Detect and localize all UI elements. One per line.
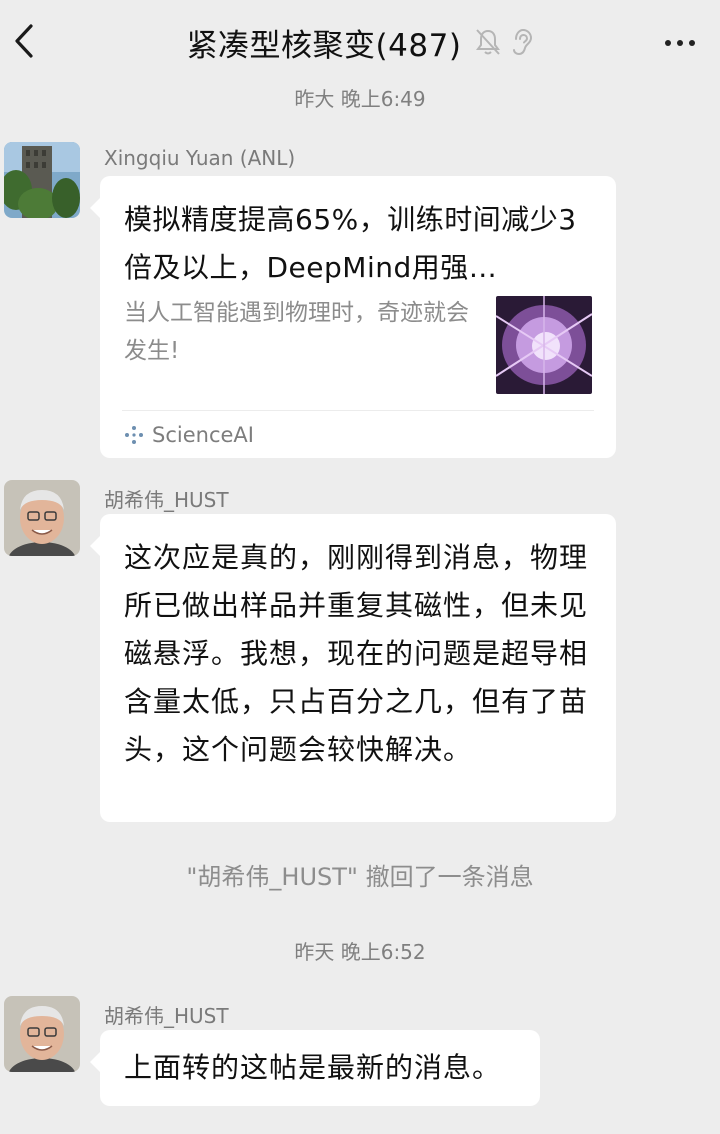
chat-header: 紧凑型核聚变(487): [0, 0, 720, 84]
card-divider: [122, 410, 594, 411]
link-card[interactable]: 模拟精度提高65%，训练时间减少3倍及以上，DeepMind用强… 当人工智能遇…: [90, 176, 616, 458]
more-dots-icon: [665, 40, 671, 46]
avatar[interactable]: [4, 480, 80, 556]
timestamp: 昨大 晚上6:49: [294, 87, 426, 111]
chat-title: 紧凑型核聚变(487): [186, 27, 462, 64]
avatar-portrait-image: [4, 996, 80, 1072]
recall-notice: "胡希伟_HUST" 撤回了一条消息: [186, 863, 534, 891]
card-thumbnail: [496, 296, 592, 394]
message-text: 上面转的这帖是最新的消息。: [124, 1051, 502, 1084]
ear-icon: [513, 28, 533, 56]
message-text: 这次应是真的，刚刚得到消息，物理所已做出样品并重复其磁性，但未见磁悬浮。我想，现…: [124, 541, 589, 766]
avatar-building-image: [4, 142, 80, 218]
more-dots-icon: [689, 40, 695, 46]
card-title: 模拟精度提高65%，训练时间减少3倍及以上，DeepMind用强…: [124, 203, 577, 284]
more-options-button[interactable]: [658, 26, 702, 60]
sender-name: 胡希伟_HUST: [104, 1004, 229, 1028]
timestamp: 昨天 晚上6:52: [294, 940, 426, 964]
avatar[interactable]: [4, 142, 80, 218]
card-description: 当人工智能遇到物理时，奇迹就会发生!: [124, 300, 469, 364]
avatar[interactable]: [4, 996, 80, 1072]
sender-name: Xingqiu Yuan (ANL): [104, 146, 296, 170]
message-bubble[interactable]: 上面转的这帖是最新的消息。: [90, 1030, 540, 1106]
more-dots-icon: [677, 40, 683, 46]
chat-title-group: 紧凑型核聚变(487): [0, 20, 720, 64]
card-source: ScienceAI: [124, 420, 254, 450]
card-source-name: ScienceAI: [152, 423, 254, 447]
message-bubble[interactable]: 这次应是真的，刚刚得到消息，物理所已做出样品并重复其磁性，但未见磁悬浮。我想，现…: [90, 514, 616, 822]
sender-name: 胡希伟_HUST: [104, 488, 229, 512]
mini-program-icon: [125, 426, 143, 444]
mute-bell-icon: [476, 29, 501, 55]
avatar-portrait-image: [4, 480, 80, 556]
